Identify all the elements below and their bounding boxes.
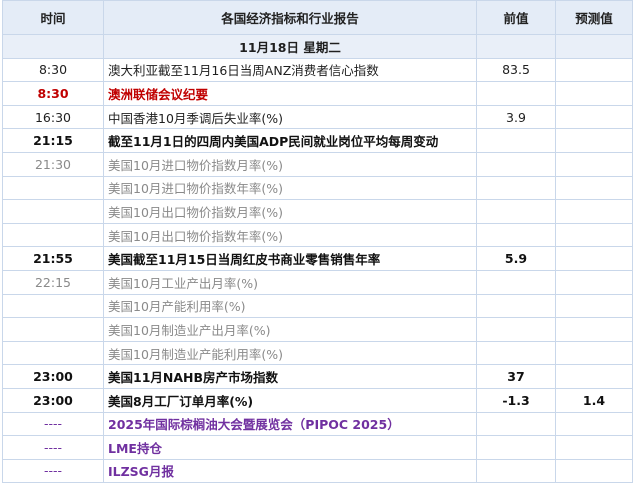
row-event: 美国8月工厂订单月率(%) (103, 387, 477, 413)
row-event: 美国10月产能利用率(%) (103, 293, 477, 319)
row-event: 美国10月进口物价指数年率(%) (103, 175, 477, 201)
row-time: 21:30 (2, 151, 104, 177)
row-time: 22:15 (2, 269, 104, 295)
row-time (2, 175, 104, 201)
row-previous: -1.3 (476, 387, 556, 413)
row-forecast (555, 57, 633, 83)
row-previous (476, 411, 556, 437)
row-event: 美国10月工业产出月率(%) (103, 269, 477, 295)
row-previous (476, 199, 556, 224)
row-time (2, 317, 104, 342)
economic-calendar-table: 时间 各国经济指标和行业报告 前值 预测值 11月18日 星期二 8:30 澳大… (2, 0, 633, 484)
header-time: 时间 (2, 0, 104, 35)
row-forecast (555, 175, 633, 201)
table-row: 8:30 澳洲联储会议纪要 (2, 81, 633, 106)
row-forecast: 1.4 (555, 387, 633, 413)
row-time (2, 199, 104, 224)
row-time: 16:30 (2, 104, 104, 130)
table-row: 23:00 美国8月工厂订单月率(%) -1.3 1.4 (2, 387, 633, 413)
table-row: 美国10月进口物价指数年率(%) (2, 175, 633, 201)
table-row: ---- LME持仓 (2, 435, 633, 460)
table-header-row: 时间 各国经济指标和行业报告 前值 预测值 (2, 0, 633, 35)
table-row: 美国10月出口物价指数年率(%) (2, 222, 633, 248)
row-forecast (555, 293, 633, 319)
row-event: 截至11月1日的四周内美国ADP民间就业岗位平均每周变动 (103, 128, 477, 153)
date-row: 11月18日 星期二 (2, 34, 633, 59)
row-previous (476, 340, 556, 366)
row-event: 美国10月制造业产出月率(%) (103, 317, 477, 342)
header-event: 各国经济指标和行业报告 (103, 0, 477, 35)
row-forecast (555, 199, 633, 224)
table-row: 美国10月产能利用率(%) (2, 293, 633, 319)
row-time (2, 293, 104, 319)
row-forecast (555, 269, 633, 295)
row-previous (476, 151, 556, 177)
row-previous (476, 435, 556, 460)
row-time: ---- (2, 458, 104, 484)
row-time (2, 340, 104, 366)
row-time: ---- (2, 435, 104, 460)
row-previous (476, 128, 556, 153)
table-row: 21:30 美国10月进口物价指数月率(%) (2, 151, 633, 177)
row-time: 21:55 (2, 246, 104, 271)
row-forecast (555, 246, 633, 271)
row-previous: 3.9 (476, 104, 556, 130)
row-time: ---- (2, 411, 104, 437)
row-event: 澳洲联储会议纪要 (103, 81, 477, 106)
row-forecast (555, 340, 633, 366)
row-event: 美国10月制造业产能利用率(%) (103, 340, 477, 366)
row-previous (476, 269, 556, 295)
row-previous (476, 458, 556, 484)
row-forecast (555, 435, 633, 460)
row-time: 8:30 (2, 81, 104, 106)
row-time: 21:15 (2, 128, 104, 153)
table-row: ---- 2025年国际棕榈油大会暨展览会（PIPOC 2025） (2, 411, 633, 437)
table-row: 21:55 美国截至11月15日当周红皮书商业零售销售年率 5.9 (2, 246, 633, 271)
row-previous (476, 81, 556, 106)
table-row: 23:00 美国11月NAHB房产市场指数 37 (2, 364, 633, 389)
row-previous: 5.9 (476, 246, 556, 271)
row-previous (476, 175, 556, 201)
table-row: 美国10月出口物价指数月率(%) (2, 199, 633, 224)
row-event: 澳大利亚截至11月16日当周ANZ消费者信心指数 (103, 57, 477, 83)
row-forecast (555, 411, 633, 437)
row-forecast (555, 151, 633, 177)
row-event: 美国截至11月15日当周红皮书商业零售销售年率 (103, 246, 477, 271)
table-row: 8:30 澳大利亚截至11月16日当周ANZ消费者信心指数 83.5 (2, 57, 633, 83)
header-forecast: 预测值 (555, 0, 633, 35)
row-forecast (555, 81, 633, 106)
row-event: 美国11月NAHB房产市场指数 (103, 364, 477, 389)
date-label: 11月18日 星期二 (103, 34, 477, 59)
row-forecast (555, 458, 633, 484)
row-event: 美国10月出口物价指数年率(%) (103, 222, 477, 248)
row-previous (476, 222, 556, 248)
row-forecast (555, 128, 633, 153)
row-previous: 83.5 (476, 57, 556, 83)
row-time: 8:30 (2, 57, 104, 83)
table-row: 21:15 截至11月1日的四周内美国ADP民间就业岗位平均每周变动 (2, 128, 633, 153)
row-previous (476, 293, 556, 319)
row-time (2, 222, 104, 248)
row-previous: 37 (476, 364, 556, 389)
row-event: 2025年国际棕榈油大会暨展览会（PIPOC 2025） (103, 411, 477, 437)
row-time: 23:00 (2, 364, 104, 389)
table-row: 16:30 中国香港10月季调后失业率(%) 3.9 (2, 104, 633, 130)
row-forecast (555, 317, 633, 342)
row-forecast (555, 222, 633, 248)
table-row: 22:15 美国10月工业产出月率(%) (2, 269, 633, 295)
row-forecast (555, 104, 633, 130)
row-event: LME持仓 (103, 435, 477, 460)
header-previous: 前值 (476, 0, 556, 35)
row-event: 美国10月进口物价指数月率(%) (103, 151, 477, 177)
table-row: ---- ILZSG月报 (2, 458, 633, 484)
table-row: 美国10月制造业产能利用率(%) (2, 340, 633, 366)
row-event: 中国香港10月季调后失业率(%) (103, 104, 477, 130)
row-time: 23:00 (2, 387, 104, 413)
row-forecast (555, 364, 633, 389)
row-previous (476, 317, 556, 342)
row-event: 美国10月出口物价指数月率(%) (103, 199, 477, 224)
row-event: ILZSG月报 (103, 458, 477, 484)
table-row: 美国10月制造业产出月率(%) (2, 317, 633, 342)
